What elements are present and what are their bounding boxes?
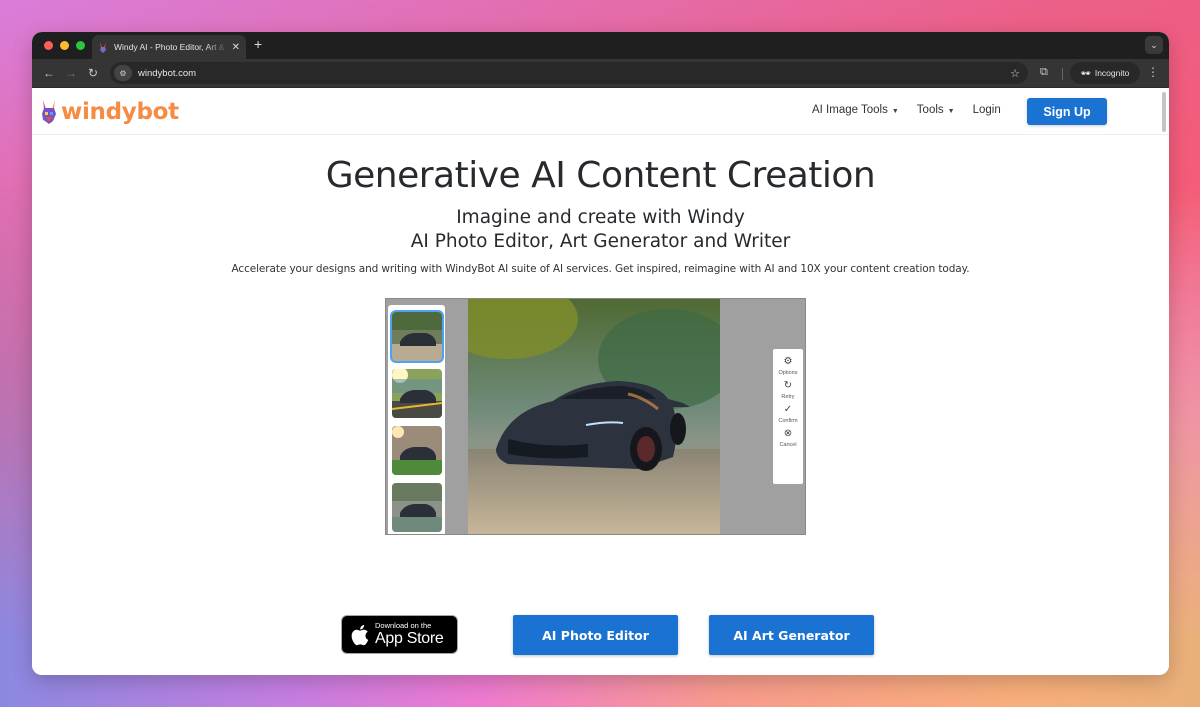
car-thumbnail-image xyxy=(392,369,442,418)
site-navbar: windybot AI Image Tools ▼ Tools ▼ Login Si… xyxy=(32,89,1169,135)
editor-demo-preview: ⚙ Options ↻ Retry ✓ Confirm ⊗ Cancel xyxy=(385,298,806,535)
tab-search-dropdown-icon[interactable]: ⌄ xyxy=(1145,36,1163,54)
options-tool[interactable]: ⚙ Options xyxy=(779,356,798,376)
retry-label: Retry xyxy=(781,394,795,400)
confirm-tool[interactable]: ✓ Confirm xyxy=(778,404,797,424)
reload-icon[interactable]: ↻ xyxy=(82,66,104,80)
thumbnail-3[interactable] xyxy=(392,426,442,475)
nav-tools-label: Tools xyxy=(916,104,944,116)
apple-logo-icon xyxy=(351,624,369,645)
sign-up-button[interactable]: Sign Up xyxy=(1027,98,1107,125)
cancel-circle-x-icon: ⊗ xyxy=(783,428,793,439)
logo-text: windybot xyxy=(61,99,179,125)
browser-tab-active[interactable]: Windy AI - Photo Editor, Art & Writer ✕ xyxy=(92,35,246,59)
nav-ai-image-tools[interactable]: AI Image Tools ▼ xyxy=(812,104,899,116)
car-image-illustration xyxy=(468,299,720,534)
confirm-label: Confirm xyxy=(778,418,798,424)
cancel-label: Cancel xyxy=(779,442,797,448)
nav-tools[interactable]: Tools ▼ xyxy=(917,104,955,116)
ai-art-generator-button[interactable]: AI Art Generator xyxy=(709,615,874,655)
windybot-favicon-icon xyxy=(100,41,106,53)
maximize-window-button[interactable] xyxy=(76,41,85,50)
retry-icon: ↻ xyxy=(783,380,793,391)
gear-icon: ⚙ xyxy=(783,356,793,367)
page-scrollbar[interactable] xyxy=(1162,92,1166,132)
thumbnail-panel xyxy=(388,305,445,534)
caret-down-icon: ▼ xyxy=(947,108,955,115)
car-thumbnail-image xyxy=(392,312,442,361)
site-info-icon[interactable]: ⚙ xyxy=(114,65,132,81)
back-icon[interactable]: ← xyxy=(38,66,60,80)
car-thumbnail-image xyxy=(392,426,442,475)
site-logo[interactable]: windybot xyxy=(40,99,179,125)
thumbnail-2[interactable] xyxy=(392,369,442,418)
thumbnail-1[interactable] xyxy=(390,310,444,363)
nav-login[interactable]: Login xyxy=(973,104,1001,116)
car-thumbnail-image xyxy=(392,483,442,532)
hero-subtitle-line-1: Imagine and create with Windy xyxy=(456,207,745,228)
cancel-tool[interactable]: ⊗ Cancel xyxy=(779,428,796,448)
thumbnail-4[interactable] xyxy=(392,483,442,532)
forward-icon[interactable]: → xyxy=(60,66,82,80)
window-controls xyxy=(44,41,85,50)
retry-tool[interactable]: ↻ Retry xyxy=(781,380,794,400)
incognito-icon: 🕶 xyxy=(1080,68,1091,78)
extensions-icon[interactable]: ⧉ xyxy=(1040,66,1048,79)
browser-toolbar: ← → ↻ ⚙ windybot.com ☆ ⧉ 🕶 Incognito ⋮ xyxy=(32,59,1169,88)
new-tab-button[interactable]: + xyxy=(254,36,262,52)
hero-description: Accelerate your designs and writing with… xyxy=(231,263,970,275)
nav-ai-image-tools-label: AI Image Tools xyxy=(812,104,888,116)
caret-down-icon: ▼ xyxy=(891,108,899,115)
options-label: Options xyxy=(778,370,798,376)
rabbit-logo-icon xyxy=(42,100,56,124)
close-tab-icon[interactable]: ✕ xyxy=(232,42,240,53)
web-page: windybot AI Image Tools ▼ Tools ▼ Login Si… xyxy=(32,89,1169,675)
bookmark-star-icon[interactable]: ☆ xyxy=(1010,67,1020,80)
hero-subtitle: Imagine and create with Windy AI Photo E… xyxy=(32,206,1169,254)
nav-links: AI Image Tools ▼ Tools ▼ Login xyxy=(812,104,1001,116)
hero-subtitle-line-2: AI Photo Editor, Art Generator and Write… xyxy=(410,231,791,252)
image-action-toolbar: ⚙ Options ↻ Retry ✓ Confirm ⊗ Cancel xyxy=(773,349,803,484)
close-window-button[interactable] xyxy=(44,41,53,50)
generated-car-image xyxy=(468,299,720,534)
app-store-small-text: Download on the xyxy=(375,621,432,630)
tab-strip: Windy AI - Photo Editor, Art & Writer ✕ … xyxy=(32,32,1169,59)
app-store-big-text: App Store xyxy=(375,630,444,647)
app-store-text: Download on the App Store xyxy=(375,621,444,648)
tab-title: Windy AI - Photo Editor, Art & Writer xyxy=(114,42,228,52)
incognito-label: Incognito xyxy=(1094,68,1130,78)
browser-window: Windy AI - Photo Editor, Art & Writer ✕ … xyxy=(32,32,1169,675)
app-store-badge[interactable]: Download on the App Store xyxy=(341,615,458,654)
toolbar-divider xyxy=(1062,68,1063,80)
address-bar[interactable]: ⚙ windybot.com ☆ xyxy=(110,62,1028,84)
hero-title: Generative AI Content Creation xyxy=(325,155,876,196)
incognito-badge[interactable]: 🕶 Incognito xyxy=(1070,62,1140,84)
ai-photo-editor-button[interactable]: AI Photo Editor xyxy=(513,615,678,655)
browser-menu-icon[interactable]: ⋮ xyxy=(1147,65,1159,79)
url-text[interactable]: windybot.com xyxy=(138,68,196,79)
minimize-window-button[interactable] xyxy=(60,41,69,50)
check-icon: ✓ xyxy=(783,404,793,415)
